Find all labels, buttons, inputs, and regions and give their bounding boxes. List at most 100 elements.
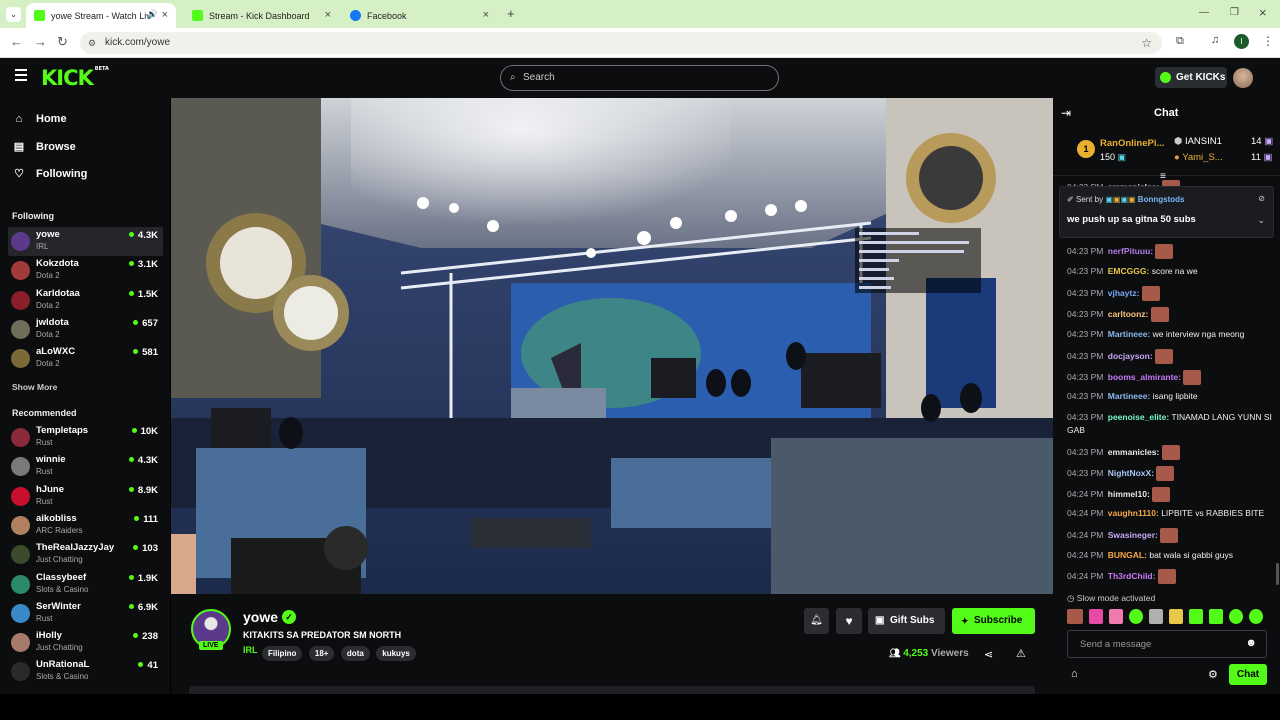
sidebar-channel[interactable]: UnRationaL Slots & Casino 41: [8, 657, 163, 686]
emote-option[interactable]: [1129, 609, 1143, 624]
close-tab-icon[interactable]: ×: [483, 9, 489, 21]
emote-option[interactable]: [1249, 609, 1263, 624]
chat-message[interactable]: 04:23 PM docjayson:: [1067, 349, 1275, 364]
reload-icon[interactable]: ↻: [57, 34, 68, 50]
message-username[interactable]: BUNGAL: [1108, 550, 1144, 560]
kick-logo[interactable]: KICK BETA: [41, 66, 109, 90]
nav-following[interactable]: ♡ Following: [12, 167, 87, 181]
sidebar-channel[interactable]: aLoWXC Dota 2 581: [8, 344, 163, 373]
chat-message[interactable]: 04:23 PM vjhaytz:: [1067, 286, 1275, 301]
nav-browse[interactable]: ▤ Browse: [12, 140, 76, 154]
sidebar-channel[interactable]: hJune Rust 8.9K: [8, 482, 163, 511]
speaker-icon[interactable]: 🔊: [147, 9, 158, 20]
show-more-link[interactable]: Show More: [12, 382, 57, 392]
subscribe-button[interactable]: ✦ Subscribe: [952, 608, 1035, 634]
message-username[interactable]: nerfPituuu: [1108, 246, 1151, 256]
minimize-icon[interactable]: —: [1199, 7, 1209, 18]
chat-scrollbar[interactable]: [1276, 563, 1279, 585]
tab-yowe[interactable]: yowe Stream - Watch Live o 🔊 ×: [26, 3, 176, 28]
notification-bell-button[interactable]: 🔔︎: [804, 608, 829, 634]
pinned-message[interactable]: ✐ Sent by ▣▣▣▣ Bonngstods we push up sa …: [1059, 186, 1274, 238]
unpin-icon[interactable]: ⊘: [1258, 194, 1265, 203]
leader-third[interactable]: ● Yami_S...: [1174, 152, 1223, 163]
user-avatar[interactable]: [1233, 68, 1253, 88]
chat-message[interactable]: 04:23 PM peenoise_elite: TINAMAD LANG YU…: [1067, 411, 1275, 437]
message-username[interactable]: Martineee: [1108, 329, 1148, 339]
sidebar-channel[interactable]: aikobliss ARC Raiders 111: [8, 511, 163, 540]
report-icon[interactable]: ⚠: [1016, 647, 1026, 660]
sidebar-channel[interactable]: yowe IRL 4.3K: [8, 227, 163, 256]
search-input[interactable]: ⌕ Search: [500, 65, 779, 91]
emote-option[interactable]: [1169, 609, 1183, 624]
chat-message-input[interactable]: Send a message ☻: [1067, 630, 1267, 658]
sidebar-channel[interactable]: Templetaps Rust 10K: [8, 423, 163, 452]
new-tab-button[interactable]: +: [507, 6, 515, 21]
chat-message[interactable]: 04:24 PM himmel10:: [1067, 487, 1275, 502]
chat-message[interactable]: 04:23 PM booms_almirante:: [1067, 370, 1275, 385]
sidebar-channel[interactable]: TheRealJazzyJay Just Chatting 103: [8, 540, 163, 569]
message-username[interactable]: himmel10: [1108, 489, 1147, 499]
back-icon[interactable]: ←: [10, 34, 23, 49]
sidebar-channel[interactable]: jwldota Dota 2 657: [8, 315, 163, 344]
sidebar-channel[interactable]: winnie Rust 4.3K: [8, 452, 163, 481]
close-window-icon[interactable]: ×: [1259, 5, 1267, 20]
media-controls-icon[interactable]: ♫: [1211, 34, 1219, 46]
chat-message[interactable]: 04:23 PM NightNoxX:: [1067, 466, 1275, 481]
follow-heart-button[interactable]: ♥: [836, 608, 862, 634]
sidebar-channel[interactable]: iHolly Just Chatting 238: [8, 628, 163, 657]
message-username[interactable]: Martineee: [1108, 391, 1148, 401]
expand-pinned-icon[interactable]: ⌄: [1257, 215, 1265, 226]
message-username[interactable]: NightNoxX: [1108, 468, 1151, 478]
chat-settings-icon[interactable]: ⚙: [1208, 668, 1218, 681]
emote-option[interactable]: [1149, 609, 1163, 624]
share-icon[interactable]: ⋖: [984, 648, 993, 661]
message-username[interactable]: vjhaytz: [1108, 288, 1137, 298]
tab-search-icon[interactable]: ⌄: [6, 7, 21, 22]
emote-option[interactable]: [1229, 609, 1243, 624]
chat-message[interactable]: 04:24 PM Swasineger:: [1067, 528, 1275, 543]
message-username[interactable]: Swasineger: [1108, 530, 1155, 540]
emoji-picker-icon[interactable]: ☻: [1245, 637, 1257, 649]
leader-second[interactable]: ⬢ IANSIN1: [1174, 136, 1222, 147]
message-username[interactable]: booms_almirante: [1108, 372, 1178, 382]
chat-message[interactable]: 04:24 PM vaughn1110: LIPBITE vs RABBIES …: [1067, 507, 1275, 520]
chat-message[interactable]: 04:23 PM Martineee: isang lipbite: [1067, 390, 1275, 403]
chat-message[interactable]: 04:23 PM EMCGGG: score na we: [1067, 265, 1275, 278]
sidebar-channel[interactable]: Karldotaa Dota 2 1.5K: [8, 286, 163, 315]
tag-pill[interactable]: Filipino: [262, 646, 303, 661]
send-chat-button[interactable]: Chat: [1229, 664, 1267, 685]
chat-store-icon[interactable]: ⌂: [1071, 668, 1078, 680]
message-username[interactable]: emmanicles: [1108, 447, 1157, 457]
extensions-icon[interactable]: ⧉: [1176, 35, 1184, 48]
chat-message[interactable]: 04:23 PM Martineee: we interview nga meo…: [1067, 328, 1275, 341]
emote-option[interactable]: [1209, 609, 1223, 624]
get-kicks-button[interactable]: Get KICKs: [1155, 67, 1227, 88]
video-player[interactable]: [171, 98, 1053, 594]
message-username[interactable]: vaughn1110: [1108, 508, 1156, 518]
close-tab-icon[interactable]: ×: [325, 9, 331, 21]
restore-icon[interactable]: ❐: [1230, 7, 1239, 18]
tab-facebook[interactable]: Facebook ×: [342, 3, 497, 28]
emote-option[interactable]: [1189, 609, 1203, 624]
close-tab-icon[interactable]: ×: [162, 9, 168, 21]
bookmark-star-icon[interactable]: ☆: [1141, 32, 1152, 54]
sidebar-channel[interactable]: SerWinter Rust 6.9K: [8, 599, 163, 628]
emote-option[interactable]: [1109, 609, 1123, 624]
message-username[interactable]: carltoonz: [1108, 309, 1146, 319]
message-username[interactable]: EMCGGG: [1108, 266, 1147, 276]
forward-icon[interactable]: →: [34, 34, 47, 49]
message-username[interactable]: Th3rdChild: [1108, 571, 1153, 581]
streamer-name[interactable]: yowe: [243, 609, 278, 625]
gift-subs-button[interactable]: ▣ Gift Subs: [868, 608, 945, 634]
sidebar-channel[interactable]: Classybeef Slots & Casino 1.9K: [8, 570, 163, 599]
nav-home[interactable]: ⌂ Home: [12, 113, 67, 125]
sidebar-channel[interactable]: Kokzdota Dota 2 3.1K: [8, 256, 163, 285]
stream-category[interactable]: IRL: [243, 645, 258, 655]
emote-option[interactable]: [1067, 609, 1083, 624]
emote-option[interactable]: [1089, 609, 1103, 624]
chat-message[interactable]: 04:23 PM carltoonz:: [1067, 307, 1275, 322]
collapse-chat-icon[interactable]: ⇥: [1061, 106, 1071, 120]
chat-message[interactable]: 04:24 PM BUNGAL: bat wala si gabbi guys: [1067, 549, 1275, 562]
message-username[interactable]: docjayson: [1108, 351, 1150, 361]
message-username[interactable]: peenoise_elite: [1108, 412, 1167, 422]
